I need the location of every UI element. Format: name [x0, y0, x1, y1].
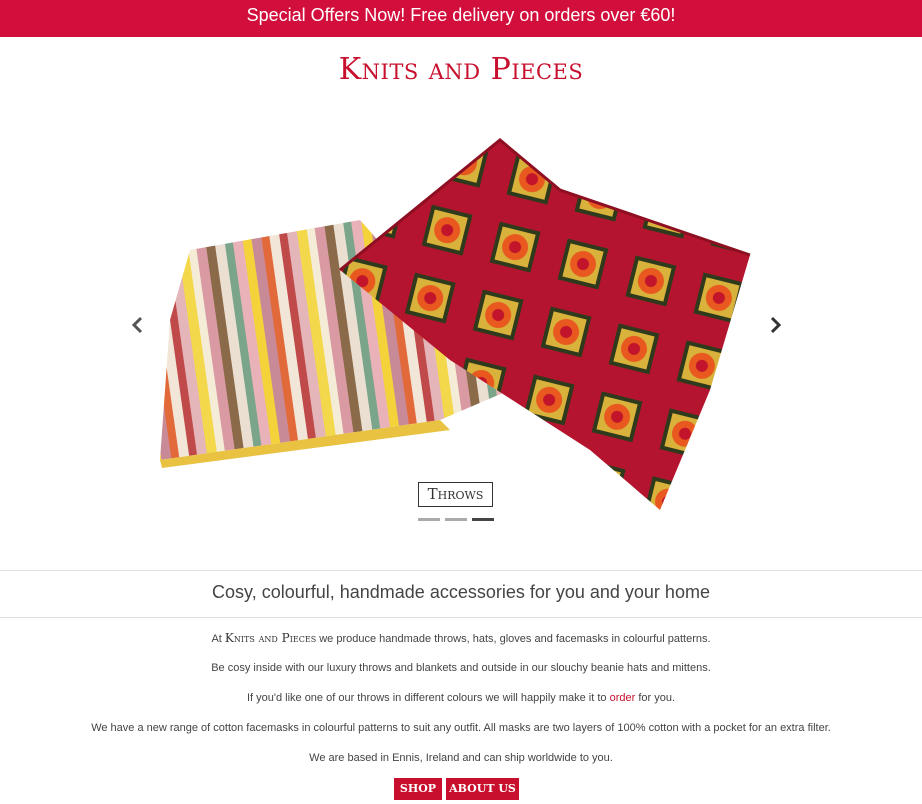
- carousel-indicator-1[interactable]: [418, 518, 440, 521]
- intro-p3-after: for you.: [635, 692, 676, 704]
- slide-caption: Throws: [418, 482, 493, 507]
- divider-top: [0, 570, 922, 571]
- divider-bottom: [0, 617, 922, 618]
- tagline: Cosy, colourful, handmade accessories fo…: [212, 582, 710, 602]
- intro-paragraph-3: If you'd like one of our throws in diffe…: [0, 692, 922, 704]
- carousel-next-button[interactable]: [765, 315, 785, 335]
- carousel-indicator-3-active[interactable]: [472, 518, 494, 521]
- promo-text: Special Offers Now! Free delivery on ord…: [246, 5, 676, 25]
- chevron-right-icon: [770, 316, 782, 334]
- order-link[interactable]: order: [610, 692, 636, 704]
- carousel-indicators: [418, 518, 496, 522]
- hero-carousel: Throws: [0, 110, 922, 530]
- intro-p3-before: If you'd like one of our throws in diffe…: [246, 692, 610, 704]
- chevron-left-icon: [131, 316, 143, 334]
- intro-paragraph-2: Be cosy inside with our luxury throws an…: [211, 662, 711, 674]
- about-us-button[interactable]: ABOUT US: [446, 778, 519, 800]
- intro-paragraph-1: At Knits and Pieces we produce handmade …: [0, 631, 922, 645]
- intro-p1-before: At: [211, 633, 225, 645]
- promo-banner: Special Offers Now! Free delivery on ord…: [0, 0, 922, 37]
- carousel-prev-button[interactable]: [128, 315, 148, 335]
- intro-paragraph-4: We have a new range of cotton facemasks …: [91, 722, 831, 734]
- slide-image-throws: [160, 138, 751, 510]
- brand-inline: Knits and Pieces: [224, 631, 317, 645]
- intro-p1-after: we produce handmade throws, hats, gloves…: [316, 633, 711, 645]
- carousel-indicator-2[interactable]: [445, 518, 467, 521]
- shop-button[interactable]: SHOP: [394, 778, 442, 800]
- site-title[interactable]: Knits and Pieces: [0, 52, 922, 87]
- intro-paragraph-5: We are based in Ennis, Ireland and can s…: [309, 752, 613, 764]
